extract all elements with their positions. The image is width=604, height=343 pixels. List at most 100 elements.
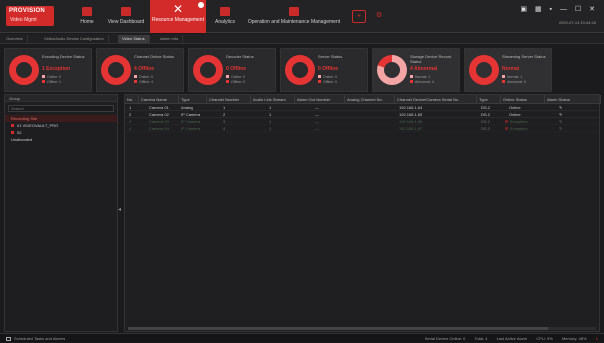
donut-chart [469,55,499,85]
cell-channel: 3 [223,119,226,124]
donut-chart [9,55,39,85]
app-logo: PROVISION Video Mgmt [6,6,54,26]
cell-name: Camera 01 [149,105,169,110]
status-item: Memory: 48% [561,336,587,341]
card-title: Storage Device Record Status [410,54,452,64]
card-value: 4 Abnormal [410,66,438,72]
horizontal-scrollbar[interactable] [128,327,596,330]
table-row[interactable]: 1 Camera 01 Analog 1 1 — 192.168.1.64 DS… [125,104,599,111]
edit-icon[interactable]: ✎ [559,118,562,125]
table-row[interactable]: 3 Camera 03 IP Camera 3 1 — 192.168.1.66… [125,118,599,125]
card-decoder[interactable]: Decoder Status 0 Offline Online: 0 Offli… [188,48,276,92]
cell-alarm: — [315,119,319,124]
card-channel-online[interactable]: Channel Online Status 4 Offline Online: … [96,48,184,92]
card-legend-offline: Offline: 1 [42,80,61,84]
column-header[interactable]: Channel Number [207,95,251,104]
tree-item-videovault[interactable]: 01 VIDEOVAULT_PRO [5,122,117,129]
cell-model: DS-2 [481,119,491,124]
column-header[interactable]: Alarm Status [545,95,601,104]
cell-status: Online [509,105,521,110]
nav-analytics[interactable]: Analytics [210,0,240,33]
card-server[interactable]: Server Status 0 Offline Online: 0 Offlin… [280,48,368,92]
tab-device-configuration[interactable]: Video/Audio Device Configuration [40,35,109,43]
card-legend-offline: Offline: 4 [134,80,153,84]
top-navigation-bar: PROVISION Video Mgmt Home View Dashboard… [0,0,604,33]
cell-alarm: — [315,112,319,117]
column-header[interactable]: Analog Channel No. [345,95,395,104]
cell-channel: 1 [223,105,226,110]
donut-chart [285,55,315,85]
cell-name: Camera 04 [149,126,169,131]
nav-analytics-label: Analytics [214,19,235,25]
card-title: Decoder Status [226,54,254,59]
edit-icon[interactable]: ✎ [559,125,562,132]
card-legend-abnormal: Abnormal: 0 [502,80,526,84]
plus-icon: + [356,13,362,20]
column-header[interactable]: Camera Name [139,95,179,104]
cell-alarm: — [315,126,319,131]
cell-model: DS-2 [481,112,491,117]
cell-no: 2 [129,112,132,117]
cell-type: IP Camera [181,112,201,117]
cell-status: Exception [505,118,528,125]
cell-no: 3 [129,119,132,124]
nav-operation-maintenance[interactable]: Operation and Maintenance Management [244,0,344,33]
card-legend-offline: Offline: 0 [318,80,337,84]
logo-line1: PROVISION [9,8,46,14]
window-controls[interactable]: ▣ ▦ ▪ — ☐ ✕ [520,5,598,13]
group-sidebar: Group Search Recording Site 01 VIDEOVAUL… [4,94,118,332]
card-value: Normal [502,66,520,72]
collapse-arrow-icon: ◂ [118,207,122,213]
sidebar-search-input[interactable]: Search [8,105,114,112]
cell-no: 1 [129,105,132,110]
notification-badge [198,2,204,8]
tab-video-status[interactable]: Video Status [118,35,150,43]
column-header[interactable]: No. [125,95,139,104]
nav-resource-management[interactable]: ✕ Resource Management [150,0,206,33]
edit-icon[interactable]: ✎ [559,104,562,111]
nav-resource-management-label: Resource Management [152,17,204,23]
cell-model: DS-2 [481,126,491,131]
tab-overview[interactable]: Overview [2,35,28,43]
card-title: Channel Online Status [134,54,175,59]
card-title: Server Status [318,54,343,59]
settings-button[interactable]: ⚙ [372,10,386,23]
nav-view-dashboard[interactable]: View Dashboard [104,0,148,33]
card-legend-abnormal: Abnormal: 4 [410,80,434,84]
nav-home[interactable]: Home [74,0,100,33]
scrollbar-thumb[interactable] [128,327,548,330]
status-item: CPU: 9% [536,336,553,341]
dashboard-icon [121,7,131,16]
column-header[interactable]: Channel Device/Camera Serial No. [395,95,477,104]
card-legend-normal: Normal: 1 [410,75,430,79]
card-legend-normal: Normal: 1 [502,75,522,79]
status-cards: Encoding Device Status 1 Exception Onlin… [0,45,604,93]
cell-audio: 1 [269,126,272,131]
column-header[interactable]: Audio Link Stream [251,95,295,104]
tab-alarm-info[interactable]: Alarm Info [156,35,184,43]
edit-icon[interactable]: ✎ [559,111,562,118]
alarm-count-badge[interactable]: 1 [596,336,598,341]
column-header[interactable]: Alarm Out Number [295,95,345,104]
card-storage-record[interactable]: Storage Device Record Status 4 Abnormal … [372,48,460,92]
tree-item-recording-site[interactable]: Recording Site [5,115,117,122]
table-row[interactable]: 2 Camera 02 IP Camera 2 1 — 192.168.1.65… [125,111,599,118]
card-legend-offline: Offline: 0 [226,80,245,84]
cell-audio: 1 [269,119,272,124]
card-legend-online: Online: 0 [318,75,337,79]
column-header[interactable]: Online Status [501,95,545,104]
tree-item-unallocated[interactable]: Unallocated [5,136,117,143]
column-header[interactable]: Type [477,95,501,104]
tree-item-02[interactable]: 02 [5,129,117,136]
card-encoding-device[interactable]: Encoding Device Status 1 Exception Onlin… [4,48,92,92]
logo-line2: Video Mgmt [10,17,37,23]
table-row[interactable]: 4 Camera 04 IP Camera 4 1 — 192.168.1.67… [125,125,599,132]
cell-type: Analog [181,105,194,110]
card-value: 0 Offline [318,66,339,72]
column-header[interactable]: Type [179,95,207,104]
add-module-button[interactable]: + [352,10,366,23]
card-legend-online: Online: 0 [134,75,153,79]
monitor-icon [6,337,11,341]
group-icon [11,131,14,134]
card-streaming-server[interactable]: Streaming Server Status Normal Normal: 1… [464,48,552,92]
